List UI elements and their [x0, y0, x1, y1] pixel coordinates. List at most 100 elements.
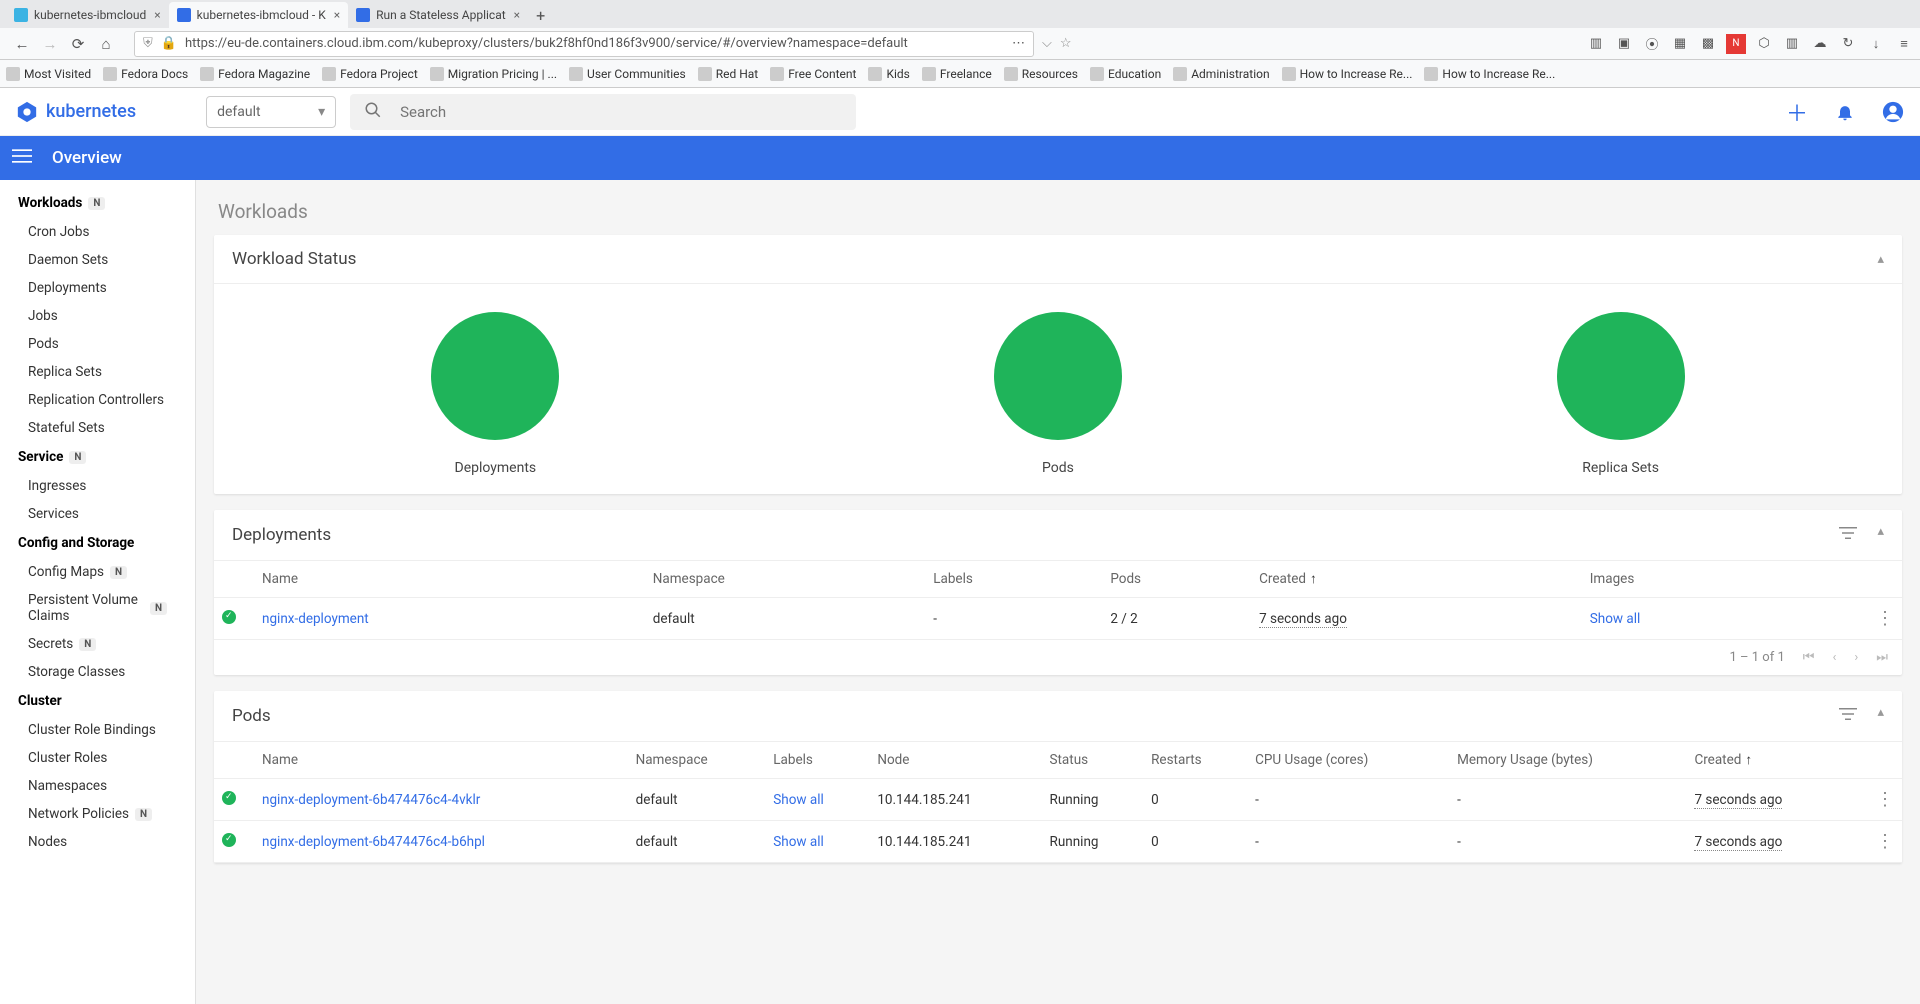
column-header[interactable]: Pods	[1102, 561, 1251, 598]
first-page-icon[interactable]: ⏮	[1803, 650, 1815, 665]
bookmark-item[interactable]: Freelance	[922, 67, 992, 81]
namespace-select[interactable]: default ▾	[206, 96, 336, 128]
bookmark-item[interactable]: Free Content	[770, 67, 856, 81]
next-page-icon[interactable]: ›	[1854, 650, 1858, 665]
column-header[interactable]: Node	[869, 742, 1041, 779]
library-icon[interactable]: ▥	[1586, 34, 1606, 54]
collapse-icon[interactable]: ▴	[1877, 524, 1884, 546]
close-icon[interactable]: ×	[514, 8, 520, 22]
sidebar-item[interactable]: Replication Controllers	[0, 386, 195, 414]
browser-tab[interactable]: kubernetes-ibmcloud - K×	[169, 2, 348, 28]
ext3-icon[interactable]: ▥	[1782, 34, 1802, 54]
column-header[interactable]: Memory Usage (bytes)	[1449, 742, 1686, 779]
menu-icon[interactable]: ≡	[1894, 34, 1914, 54]
notifications-icon[interactable]	[1834, 101, 1856, 123]
sidebar-item[interactable]: Ingresses	[0, 472, 195, 500]
user-icon[interactable]	[1882, 101, 1904, 123]
bookmark-item[interactable]: Resources	[1004, 67, 1078, 81]
bookmark-item[interactable]: Administration	[1173, 67, 1269, 81]
grid1-icon[interactable]: ▦	[1670, 34, 1690, 54]
sidebar-header[interactable]: ServiceN	[0, 442, 195, 472]
column-header[interactable]: Namespace	[628, 742, 766, 779]
browser-tab[interactable]: kubernetes-ibmcloud×	[6, 2, 169, 28]
column-header[interactable]	[214, 742, 254, 779]
close-icon[interactable]: ×	[154, 8, 160, 22]
prev-page-icon[interactable]: ‹	[1832, 650, 1836, 665]
forward-icon[interactable]: →	[40, 34, 60, 54]
sidebar-item[interactable]: Stateful Sets	[0, 414, 195, 442]
sidebar-item[interactable]: Persistent Volume ClaimsN	[0, 586, 195, 630]
bookmark-item[interactable]: User Communities	[569, 67, 686, 81]
sidebar-item[interactable]: Namespaces	[0, 772, 195, 800]
url-box[interactable]: ⛨ 🔒 https://eu-de.containers.cloud.ibm.c…	[134, 31, 1034, 57]
bookmark-item[interactable]: Fedora Project	[322, 67, 418, 81]
column-header[interactable]	[1849, 742, 1902, 779]
sidebar-item[interactable]: Nodes	[0, 828, 195, 856]
sidebar-item[interactable]: Config MapsN	[0, 558, 195, 586]
ext4-icon[interactable]: ☁	[1810, 34, 1830, 54]
reload-icon[interactable]: ⟳	[68, 34, 88, 54]
pod-name-link[interactable]: nginx-deployment-6b474476c4-4vklr	[262, 792, 480, 808]
images-show-all-link[interactable]: Show all	[1590, 611, 1641, 627]
bookmark-item[interactable]: Migration Pricing | ...	[430, 67, 557, 81]
sidebar-item[interactable]: Pods	[0, 330, 195, 358]
sidebar-item[interactable]: Services	[0, 500, 195, 528]
sidebar-item[interactable]: Jobs	[0, 302, 195, 330]
create-button[interactable]: ＋	[1786, 101, 1808, 123]
filter-icon[interactable]	[1839, 524, 1857, 546]
grid2-icon[interactable]: ▩	[1698, 34, 1718, 54]
sidebar-item[interactable]: Cron Jobs	[0, 218, 195, 246]
ext5-icon[interactable]: ↻	[1838, 34, 1858, 54]
close-icon[interactable]: ×	[334, 8, 340, 22]
sidebar-item[interactable]: Cluster Role Bindings	[0, 716, 195, 744]
hamburger-icon[interactable]	[12, 146, 32, 170]
sidebar-header[interactable]: Config and Storage	[0, 528, 195, 558]
sidebar-header[interactable]: WorkloadsN	[0, 188, 195, 218]
collapse-icon[interactable]: ▴	[1877, 252, 1884, 267]
home-icon[interactable]: ⌂	[96, 34, 116, 54]
last-page-icon[interactable]: ⏭	[1876, 650, 1888, 665]
bookmark-item[interactable]: Fedora Docs	[103, 67, 188, 81]
sidebar-item[interactable]: Network PoliciesN	[0, 800, 195, 828]
sidebar-header[interactable]: Cluster	[0, 686, 195, 716]
bookmark-item[interactable]: Red Hat	[698, 67, 759, 81]
pocket-icon[interactable]: ⌵	[1042, 36, 1052, 51]
sidebar-item[interactable]: Deployments	[0, 274, 195, 302]
ext2-icon[interactable]: ⬡	[1754, 34, 1774, 54]
account-icon[interactable]: ⦿	[1642, 34, 1662, 54]
column-header[interactable]: Name	[254, 561, 645, 598]
column-header[interactable]: Images	[1582, 561, 1794, 598]
column-header[interactable]: CPU Usage (cores)	[1247, 742, 1449, 779]
search-box[interactable]: Search	[350, 94, 856, 130]
sidebar-item[interactable]: SecretsN	[0, 630, 195, 658]
column-header[interactable]: Restarts	[1143, 742, 1247, 779]
column-header[interactable]	[214, 561, 254, 598]
column-header[interactable]	[1794, 561, 1902, 598]
column-header[interactable]: Namespace	[645, 561, 926, 598]
row-menu-icon[interactable]: ⋮	[1876, 789, 1894, 810]
sidebar-item[interactable]: Cluster Roles	[0, 744, 195, 772]
row-menu-icon[interactable]: ⋮	[1876, 608, 1894, 629]
sidebar-item[interactable]: Storage Classes	[0, 658, 195, 686]
column-header[interactable]: Name	[254, 742, 628, 779]
sidebar-item[interactable]: Daemon Sets	[0, 246, 195, 274]
browser-tab[interactable]: Run a Stateless Applicat×	[348, 2, 528, 28]
bookmark-item[interactable]: Most Visited	[6, 67, 91, 81]
url-more-icon[interactable]: ⋯	[1012, 36, 1025, 51]
labels-show-all-link[interactable]: Show all	[773, 834, 824, 850]
bookmark-item[interactable]: How to Increase Re...	[1424, 67, 1555, 81]
row-menu-icon[interactable]: ⋮	[1876, 831, 1894, 852]
column-header[interactable]: Labels	[765, 742, 869, 779]
bookmark-item[interactable]: Fedora Magazine	[200, 67, 310, 81]
filter-icon[interactable]	[1839, 705, 1857, 727]
column-header[interactable]: Created↑	[1251, 561, 1582, 598]
labels-show-all-link[interactable]: Show all	[773, 792, 824, 808]
sidebar-item[interactable]: Replica Sets	[0, 358, 195, 386]
star-icon[interactable]: ☆	[1060, 36, 1072, 51]
collapse-icon[interactable]: ▴	[1877, 705, 1884, 727]
bookmark-item[interactable]: Kids	[868, 67, 909, 81]
bookmark-item[interactable]: Education	[1090, 67, 1161, 81]
pod-name-link[interactable]: nginx-deployment-6b474476c4-b6hpl	[262, 834, 485, 850]
sidebar-icon[interactable]: ▣	[1614, 34, 1634, 54]
bookmark-item[interactable]: How to Increase Re...	[1282, 67, 1413, 81]
